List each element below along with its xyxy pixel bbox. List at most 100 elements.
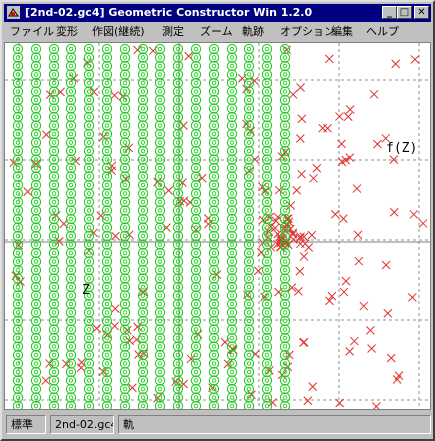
minimize-button[interactable]: _ <box>382 6 397 19</box>
locus-circle <box>48 196 60 208</box>
locus-circle <box>279 137 291 148</box>
locus-circle <box>243 366 255 378</box>
locus-circle-inner <box>211 208 217 213</box>
locus-circle-inner <box>140 131 146 137</box>
locus-circle-inner <box>193 80 199 86</box>
locus-circle <box>190 120 202 131</box>
locus-circle-inner <box>86 335 92 341</box>
locus-circle <box>30 324 42 335</box>
locus-circle <box>261 375 273 386</box>
locus-circle-inner <box>33 199 39 205</box>
locus-circle <box>154 188 166 199</box>
locus-circle <box>30 307 42 318</box>
cross-mark <box>373 139 382 149</box>
locus-circle <box>154 77 166 89</box>
locus-circle-inner <box>51 386 57 392</box>
locus-circle-inner <box>51 199 57 205</box>
locus-circle-inner <box>264 97 270 103</box>
menu-construct[interactable]: 作図(継続) <box>92 25 145 39</box>
locus-circle-inner <box>86 327 92 332</box>
locus-circle <box>137 196 149 208</box>
locus-circle <box>261 264 273 276</box>
locus-circle <box>279 171 291 182</box>
locus-circle <box>243 137 255 148</box>
menu-transform[interactable]: 変形 <box>56 25 78 39</box>
locus-circle-inner <box>104 378 110 383</box>
locus-circle-inner <box>282 199 288 205</box>
locus-circle <box>154 196 166 208</box>
locus-circle-inner <box>122 182 128 188</box>
locus-circle <box>83 43 95 55</box>
menu-options[interactable]: オプション <box>280 25 335 39</box>
locus-circle-inner <box>246 378 252 383</box>
locus-circle-inner <box>122 216 128 222</box>
locus-circle <box>172 128 184 140</box>
locus-circle <box>137 264 149 276</box>
label-z[interactable]: Z <box>82 283 90 298</box>
locus-circle <box>243 341 255 352</box>
locus-circle-inner <box>33 310 39 315</box>
locus-circle <box>208 205 220 216</box>
locus-circle <box>83 264 95 276</box>
locus-circle <box>12 162 24 174</box>
menu-locus[interactable]: 軌跡 <box>242 25 264 39</box>
menu-help[interactable]: ヘルプ <box>366 25 399 39</box>
locus-circle <box>30 60 42 72</box>
locus-circle-inner <box>140 233 146 239</box>
plot-svg[interactable] <box>5 43 430 409</box>
cross-mark <box>410 55 420 64</box>
locus-circle <box>119 375 131 386</box>
label-fz[interactable]: f(Z) <box>386 141 417 156</box>
drawing-canvas[interactable]: f(Z) Z <box>4 42 431 410</box>
menu-zoom[interactable]: ズーム <box>200 25 233 39</box>
locus-circle <box>190 366 202 378</box>
locus-circle-inner <box>264 267 270 273</box>
locus-circle <box>12 315 24 327</box>
locus-circle <box>154 162 166 174</box>
locus-circle-inner <box>104 267 110 273</box>
menu-measure[interactable]: 測定 <box>162 25 184 39</box>
locus-circle-inner <box>86 361 92 366</box>
close-button[interactable]: ✕ <box>414 6 429 19</box>
locus-circle-inner <box>140 301 146 307</box>
cross-mark <box>381 260 391 270</box>
locus-circle-inner <box>33 89 39 94</box>
locus-circle <box>172 137 184 148</box>
maximize-button[interactable]: □ <box>397 6 412 19</box>
title-bar[interactable]: [2nd-02.gc4] Geometric Constructor Win 1… <box>4 4 431 22</box>
locus-circle <box>12 137 24 148</box>
menu-edit[interactable]: 編集 <box>331 25 353 39</box>
locus-circle-inner <box>68 165 74 171</box>
locus-circle <box>12 213 24 225</box>
locus-circle <box>65 247 77 259</box>
locus-circle-inner <box>193 403 199 409</box>
locus-circle <box>83 162 95 174</box>
locus-circle <box>119 222 131 233</box>
locus-circle-inner <box>211 318 217 324</box>
locus-circle <box>261 120 273 131</box>
locus-circle-inner <box>33 293 39 298</box>
locus-circle-inner <box>246 148 252 154</box>
locus-circle <box>172 256 184 267</box>
locus-circle-inner <box>122 199 128 205</box>
locus-circle-inner <box>140 259 146 264</box>
locus-circle-inner <box>140 46 146 52</box>
menu-file[interactable]: ファイル <box>10 25 54 39</box>
locus-circle-inner <box>264 259 270 264</box>
locus-circle-inner <box>264 276 270 281</box>
locus-circle <box>48 94 60 106</box>
locus-circle <box>137 256 149 267</box>
locus-circle-inner <box>193 55 199 60</box>
locus-circle-inner <box>68 55 74 60</box>
locus-circle <box>12 332 24 344</box>
locus-circle <box>190 179 202 191</box>
locus-circle <box>101 273 113 284</box>
locus-circle-inner <box>282 182 288 188</box>
locus-circle-inner <box>122 80 128 86</box>
app-icon[interactable] <box>7 6 20 19</box>
locus-circle <box>243 60 255 72</box>
locus-circle <box>190 307 202 318</box>
locus-circle <box>30 315 42 327</box>
locus-circle <box>208 358 220 369</box>
locus-circle <box>190 162 202 174</box>
